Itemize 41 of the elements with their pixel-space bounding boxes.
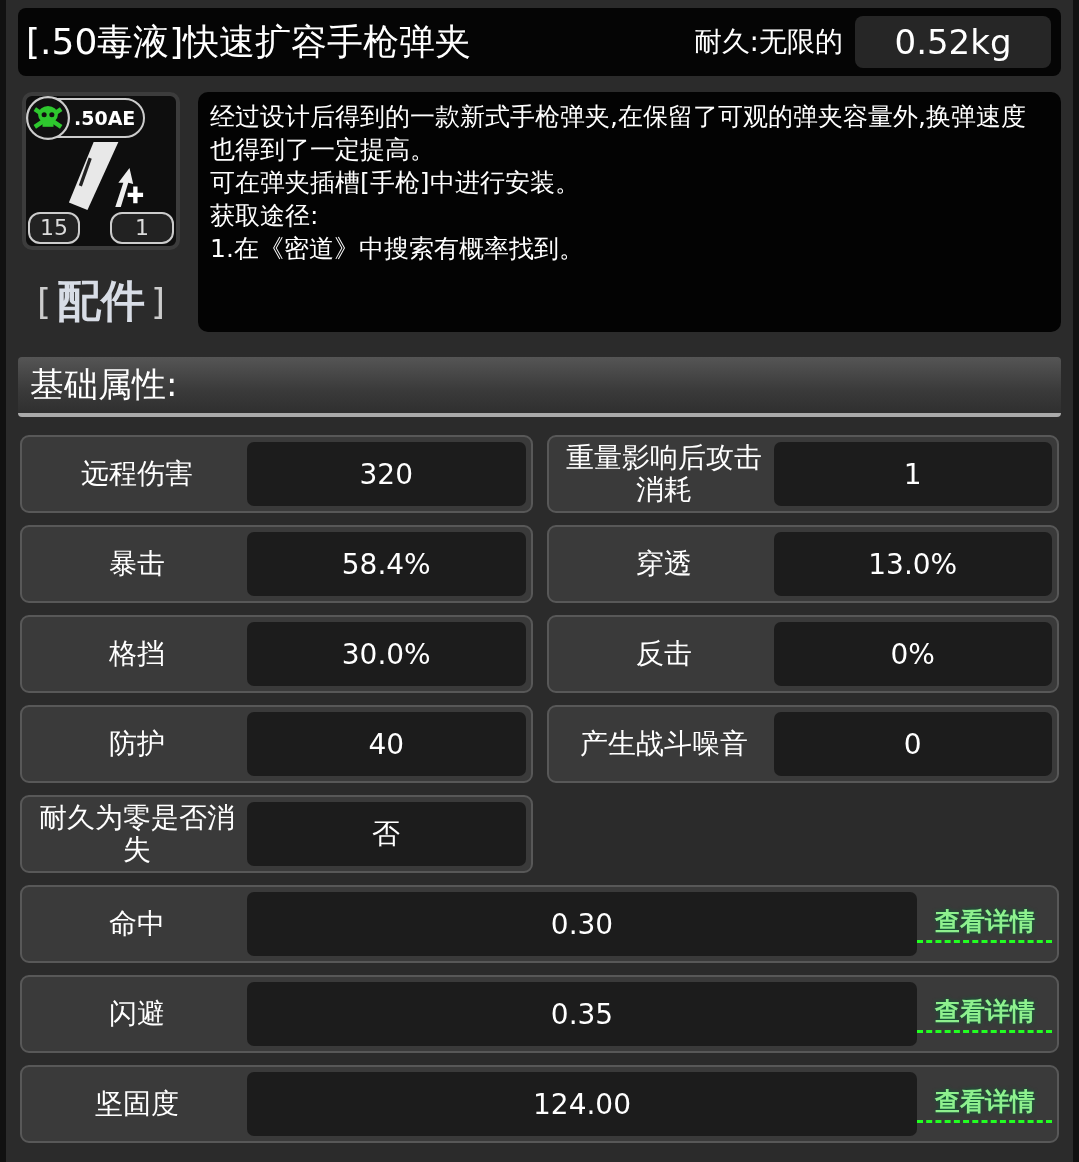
stat-label: 产生战斗噪音 [578, 728, 749, 760]
durability-label: 耐久:无限的 [693, 24, 843, 60]
level-count: 1 [110, 212, 174, 244]
stat-label: 防护 [108, 728, 166, 760]
category-label: 配件 [57, 274, 145, 328]
details-link[interactable]: 查看详情 [917, 995, 1052, 1033]
stat-value: 0.35 [247, 982, 917, 1046]
description-line: 1.在《密道》中搜索有概率找到。 [210, 233, 585, 265]
caliber-label: .50AE [74, 107, 136, 129]
stat-label: 命中 [108, 908, 166, 940]
stat-value: 124.00 [247, 1072, 917, 1136]
stat-label: 耐久为零是否消失 [38, 802, 236, 866]
stat-value: 1 [773, 442, 1052, 506]
section-title: 基础属性: [30, 363, 178, 406]
stat-label: 暴击 [108, 548, 166, 580]
stat-label: 格挡 [108, 638, 166, 670]
stat-value: 40 [247, 712, 526, 776]
stat-value: 30.0% [247, 622, 526, 686]
description-line: 经过设计后得到的一款新式手枪弹夹,在保留了可观的弹夹容量外,换弹速度也得到了一定提高。 [210, 101, 1027, 166]
stat-value: 58.4% [247, 532, 526, 596]
stat-label: 反击 [634, 638, 693, 670]
details-link[interactable]: 查看详情 [917, 1085, 1052, 1123]
stat-label: 穿透 [634, 548, 693, 580]
description-line: 获取途径: [210, 200, 320, 232]
stat-value: 0.30 [247, 892, 917, 956]
stat-value: 否 [247, 802, 526, 866]
item-title: [.50毒液]快速扩容手枪弹夹 [26, 19, 473, 64]
stat-label: 闪避 [108, 998, 166, 1030]
bracket: ] [151, 281, 166, 322]
stat-value: 320 [247, 442, 526, 506]
stat-label: 远程伤害 [80, 458, 194, 490]
stat-value: 0% [773, 622, 1052, 686]
details-link[interactable]: 查看详情 [917, 905, 1052, 943]
stat-value: 13.0% [773, 532, 1052, 596]
stat-label: 坚固度 [94, 1088, 180, 1120]
stat-label: 重量影响后攻击消耗 [564, 442, 763, 506]
stack-count: 15 [28, 212, 80, 244]
weight-value: 0.52kg [855, 16, 1051, 68]
bracket: [ [36, 281, 51, 322]
stat-value: 0 [773, 712, 1052, 776]
description-line: 可在弹夹插槽[手枪]中进行安装。 [210, 167, 581, 199]
